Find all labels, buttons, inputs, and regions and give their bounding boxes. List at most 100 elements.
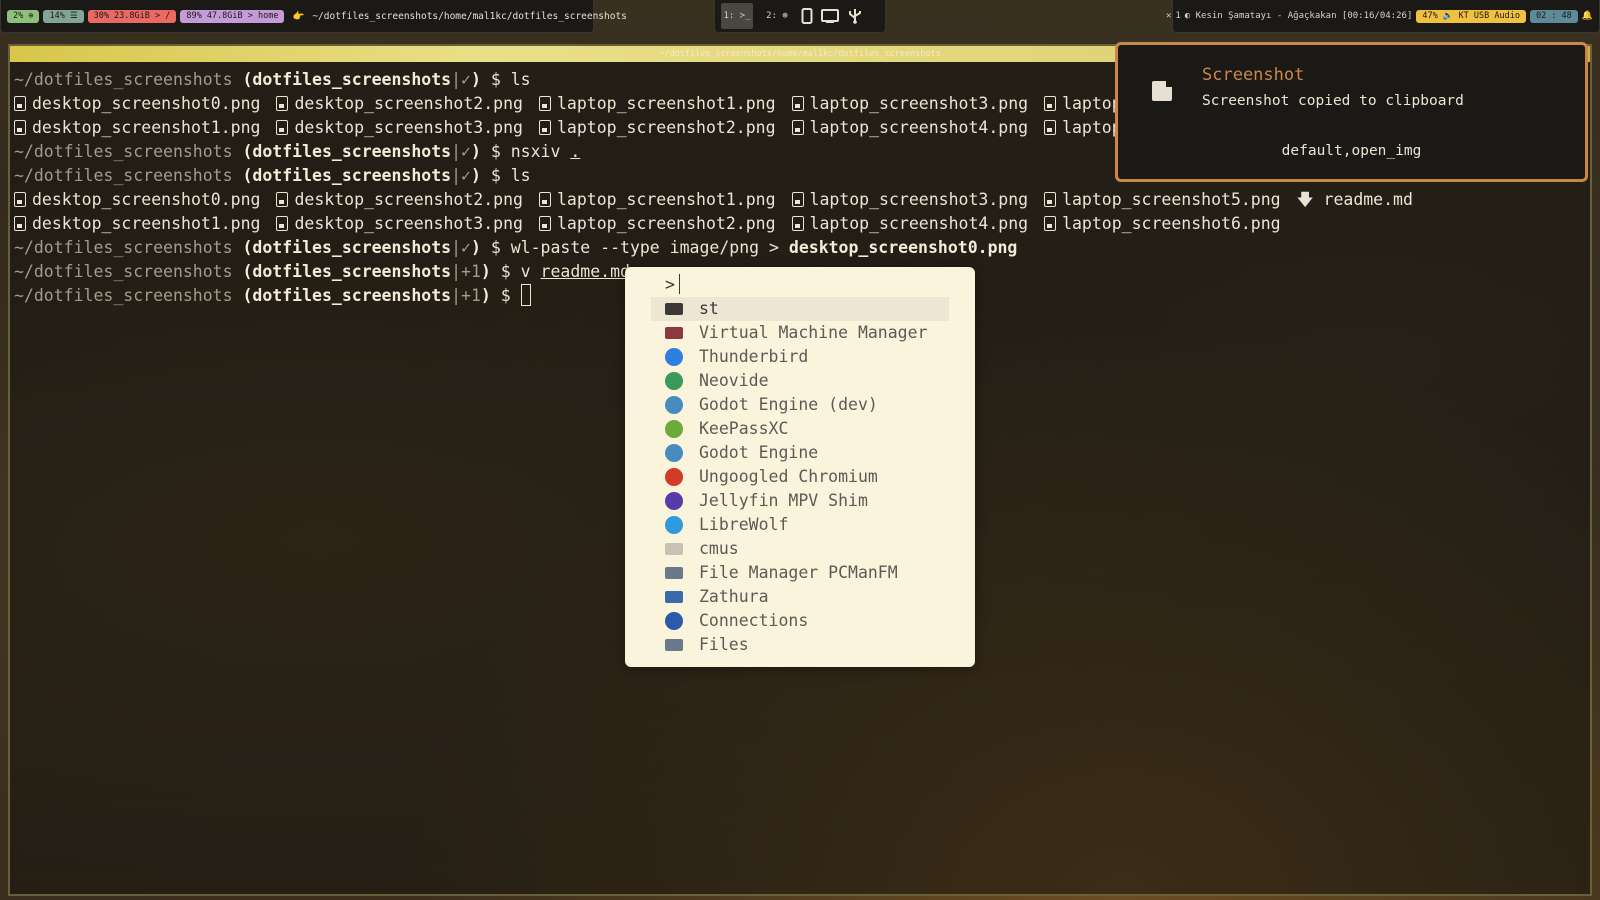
file-name: desktop_screenshot1.png (32, 118, 261, 137)
command: wl-paste --type image/png > (510, 238, 779, 257)
launcher-item-label: st (699, 299, 719, 318)
close-icon[interactable]: ✕ (1166, 11, 1171, 21)
file-entry: laptop_screenshot4.png (791, 212, 1029, 236)
disk-root-indicator[interactable]: 30% 23.8GiB > / (87, 9, 177, 23)
launcher-item-label: Godot Engine (dev) (699, 395, 878, 414)
terminal-line: ~/dotfiles_screenshots (dotfiles_screens… (14, 238, 1018, 257)
monitor-icon[interactable] (821, 8, 839, 24)
now-playing[interactable]: ◐ Kesin Şamatayı - Ağaçkakan [00:16/04:2… (1185, 11, 1413, 21)
git-status: +1 (461, 262, 481, 281)
launcher-item-label: Zathura (699, 587, 769, 606)
git-status: ✓ (461, 142, 471, 161)
launcher-item[interactable]: Files (651, 633, 949, 657)
prompt-path: ~/dotfiles_screenshots (14, 238, 233, 257)
file-name: desktop_screenshot3.png (294, 118, 523, 137)
git-status: ✓ (461, 166, 471, 185)
topbar-middle: 1: ≻_ 2: ⊛ (714, 0, 886, 33)
launcher-item[interactable]: Neovide (651, 369, 949, 393)
command: ls (510, 70, 531, 89)
file-name: laptop_screenshot1.png (556, 190, 776, 209)
image-file-icon (1044, 216, 1057, 231)
screenshot-icon (1152, 80, 1173, 101)
launcher-item[interactable]: cmus (651, 537, 949, 561)
notification-popup[interactable]: Screenshot Screenshot copied to clipboar… (1115, 42, 1588, 182)
pcmanfm-icon (665, 567, 683, 579)
usb-icon[interactable] (847, 8, 863, 24)
thunderbird-icon (665, 348, 683, 366)
file-name: desktop_screenshot2.png (294, 190, 523, 209)
connections-icon (665, 612, 683, 630)
command-arg: readme.md (540, 262, 630, 281)
zathura-icon (665, 591, 683, 603)
file-name: laptop_screenshot4.png (809, 118, 1029, 137)
ls-row: desktop_screenshot0.png desktop_screensho… (14, 188, 1586, 212)
launcher-item-label: File Manager PCManFM (699, 563, 898, 582)
clock: 02 : 48 (1529, 9, 1578, 23)
launcher-item[interactable]: KeePassXC (651, 417, 949, 441)
godot-icon (665, 444, 683, 462)
launcher-item[interactable]: Zathura (651, 585, 949, 609)
file-entry: desktop_screenshot3.png (276, 212, 523, 236)
tablet-icon[interactable] (801, 8, 813, 24)
git-status: ✓ (461, 238, 471, 257)
player-index: 1 (1175, 11, 1181, 21)
file-name: desktop_screenshot0.png (32, 190, 261, 209)
bell-icon[interactable]: 🔔 (1582, 11, 1593, 21)
window-title-text: ~/dotfiles_screenshots/home/mal1kc/dotfi… (312, 10, 627, 22)
launcher-item[interactable]: Virtual Machine Manager (651, 321, 949, 345)
file-entry: desktop_screenshot0.png (14, 92, 260, 116)
terminal-icon (665, 303, 683, 315)
launcher-item-label: Ungoogled Chromium (699, 467, 878, 486)
launcher-item[interactable]: st (651, 297, 949, 321)
launcher-item[interactable]: Connections (651, 609, 949, 633)
workspace-2[interactable]: 2: ⊛ (761, 3, 793, 29)
image-file-icon (1044, 96, 1057, 111)
cpu-indicator[interactable]: 2% ⊕ (7, 9, 40, 23)
launcher-item[interactable]: File Manager PCManFM (651, 561, 949, 585)
cmus-icon (665, 543, 683, 555)
launcher-item[interactable]: LibreWolf (651, 513, 949, 537)
image-file-icon (538, 120, 551, 135)
prompt-path: ~/dotfiles_screenshots (14, 166, 233, 185)
launcher-item[interactable]: Godot Engine (651, 441, 949, 465)
image-file-icon (538, 192, 551, 207)
workspace-1[interactable]: 1: ≻_ (721, 3, 753, 29)
launcher-item-label: Godot Engine (699, 443, 819, 462)
file-name: readme.md (1323, 190, 1413, 209)
launcher-item[interactable]: Ungoogled Chromium (651, 465, 949, 489)
file-name: desktop_screenshot0.png (32, 94, 261, 113)
git-branch: dotfiles_screenshots (252, 286, 452, 305)
file-entry: laptop_screenshot5.png (1044, 188, 1281, 212)
launcher-item[interactable]: Godot Engine (dev) (651, 393, 949, 417)
notification-actions[interactable]: default,open_img (1118, 143, 1585, 159)
launcher-item[interactable]: Jellyfin MPV Shim (651, 489, 949, 513)
command: ls (510, 166, 531, 185)
command: nsxiv (510, 142, 561, 161)
command: v (520, 262, 531, 281)
launcher-search-input[interactable]: > (651, 273, 949, 297)
launcher-item[interactable]: Thunderbird (651, 345, 949, 369)
volume-indicator[interactable]: 47% 🔈 KT USB Audio (1416, 9, 1526, 23)
app-launcher[interactable]: > st Virtual Machine Manager Thunderbird Ne… (625, 267, 975, 667)
file-entry: desktop_screenshot2.png (276, 92, 523, 116)
file-name: desktop_screenshot2.png (294, 94, 523, 113)
file-name: laptop_screenshot1.png (556, 94, 776, 113)
file-entry: desktop_screenshot0.png (14, 188, 260, 212)
file-name: laptop_screenshot6.png (1062, 214, 1281, 233)
disk-home-indicator[interactable]: 89% 47.8GiB > home (180, 9, 285, 23)
image-file-icon (14, 96, 26, 111)
chromium-icon (665, 468, 683, 486)
git-status: +1 (461, 286, 481, 305)
launcher-results: st Virtual Machine Manager Thunderbird Neov… (651, 297, 949, 657)
topbar-left: 2% ⊕ 14% ☰ 30% 23.8GiB > / 89% 47.8GiB >… (0, 0, 627, 33)
image-file-icon (14, 192, 26, 207)
file-name: desktop_screenshot1.png (32, 214, 261, 233)
launcher-item-label: LibreWolf (699, 515, 789, 534)
file-entry: desktop_screenshot1.png (14, 212, 260, 236)
files-icon (665, 639, 683, 651)
memory-indicator[interactable]: 14% ☰ (43, 9, 84, 23)
file-entry: desktop_screenshot3.png (276, 116, 523, 140)
file-entry: desktop_screenshot1.png (14, 116, 260, 140)
file-name: laptop_screenshot4.png (809, 214, 1029, 233)
git-branch: dotfiles_screenshots (252, 142, 452, 161)
